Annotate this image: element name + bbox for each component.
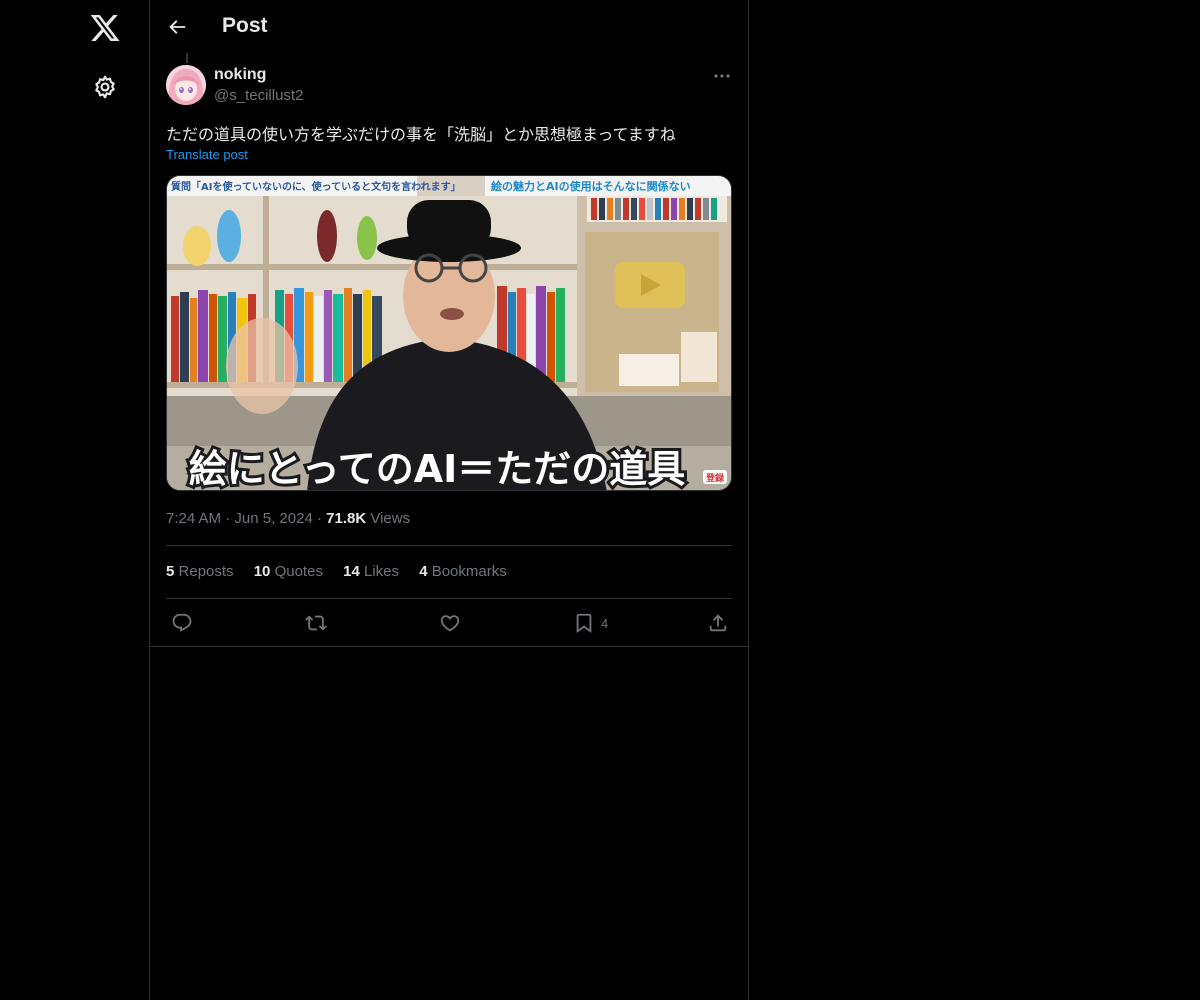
views-label: Views — [370, 510, 411, 527]
bookmark-icon — [576, 613, 592, 634]
gear-icon[interactable] — [92, 74, 118, 100]
media-corner-badge: 登録 — [705, 472, 725, 484]
repost-button[interactable] — [305, 611, 327, 635]
page-header: Post — [150, 0, 748, 53]
meta-separator: · — [316, 510, 327, 527]
bookmark-button[interactable]: 4 — [573, 611, 608, 635]
post-time[interactable]: 7:24 AM — [166, 510, 221, 527]
media-caption-top-right: 絵の魅力とAIの使用はそんなに関係ない — [491, 179, 691, 193]
post-stats: 5 Reposts 10 Quotes 14 Likes 4 Bookmarks — [166, 563, 523, 580]
reposts-stat[interactable]: 5 Reposts — [166, 563, 234, 580]
post-text: ただの道具の使い方を学ぶだけの事を「洗脳」とか思想極まってますね — [166, 127, 676, 144]
author-name[interactable]: noking — [214, 66, 266, 84]
author-handle[interactable]: @s_tecillust2 — [214, 87, 303, 104]
heart-icon — [440, 615, 460, 632]
meta-separator: · — [225, 510, 235, 527]
views-count: 71.8K — [326, 510, 367, 527]
more-options-icon[interactable] — [712, 66, 732, 86]
like-button[interactable] — [439, 611, 461, 635]
post-meta: 7:24 AM · Jun 5, 2024 · 71.8K Views — [166, 510, 410, 527]
back-arrow-icon[interactable] — [166, 16, 188, 38]
left-nav — [0, 0, 149, 1000]
x-logo-icon[interactable] — [89, 12, 121, 44]
page-title: Post — [222, 14, 268, 37]
share-icon — [709, 614, 727, 632]
divider — [150, 646, 748, 647]
thread-line — [186, 53, 188, 63]
media-caption-top-left: 質問「AIを使っていないのに、使っていると文句を言われます」 — [171, 180, 461, 193]
bookmarks-stat[interactable]: 4 Bookmarks — [419, 563, 507, 580]
reply-icon — [172, 613, 192, 632]
repost-icon — [305, 615, 327, 631]
post-date[interactable]: Jun 5, 2024 — [234, 510, 312, 527]
post-media-image[interactable]: 質問「AIを使っていないのに、使っていると文句を言われます」 絵の魅力とAIの使… — [166, 175, 732, 491]
likes-stat[interactable]: 14 Likes — [343, 563, 399, 580]
media-caption-bottom: 絵にとってのAI＝ただの道具 — [189, 447, 686, 491]
avatar[interactable] — [166, 65, 206, 105]
share-button[interactable] — [707, 611, 729, 635]
post-actions: 4 — [150, 599, 748, 647]
quotes-stat[interactable]: 10 Quotes — [254, 563, 323, 580]
translate-post-link[interactable]: Translate post — [166, 147, 248, 162]
divider — [166, 545, 732, 546]
main-column: Post noking @s_tecillust2 ただの道具の使い方を学ぶだけ… — [149, 0, 749, 1000]
bookmark-count: 4 — [601, 615, 609, 631]
reply-button[interactable] — [171, 611, 193, 635]
